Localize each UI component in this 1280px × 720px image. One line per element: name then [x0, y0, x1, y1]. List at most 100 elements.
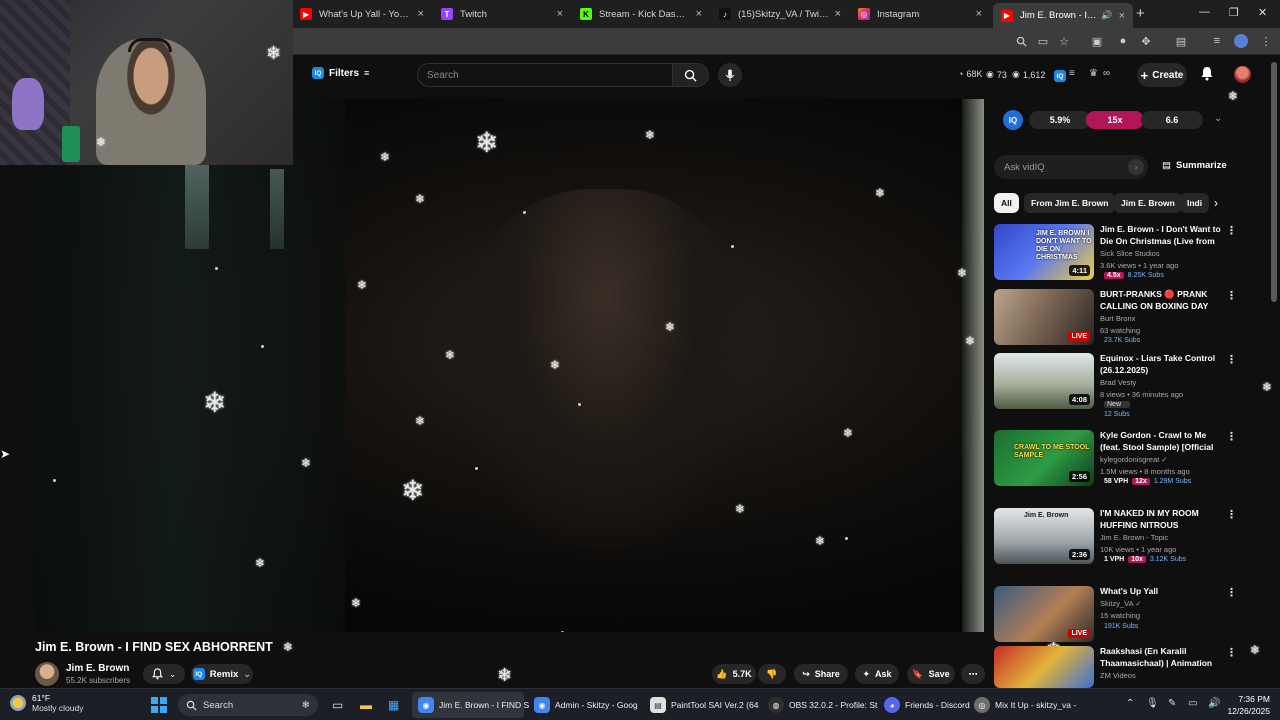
close-icon[interactable]: ×: [557, 8, 563, 20]
rec-item-6[interactable]: LIVE What's Up Yall Skitzy_VA ✓ 15 watch…: [994, 586, 1244, 642]
like-button[interactable]: 👍 5.7K: [712, 664, 756, 684]
bookmark-star-icon[interactable]: ☆: [1057, 34, 1071, 48]
rec-channel[interactable]: ZM Videos: [1100, 671, 1136, 680]
close-icon[interactable]: ×: [696, 8, 702, 20]
taskbar-app-painttool[interactable]: ▤ PaintTool SAI Ver.2 (64: [644, 692, 758, 718]
rec-title[interactable]: BURT-PRANKS 🔴 PRANK CALLING ON BOXING DA…: [1100, 289, 1222, 312]
create-button[interactable]: + Create: [1137, 63, 1187, 87]
close-icon[interactable]: ×: [835, 8, 841, 20]
tab-tiktok[interactable]: ♪ (15)Skitzy_VA / Twitch and ×: [711, 3, 849, 25]
trophy-icon[interactable]: ♛: [1089, 68, 1098, 79]
more-vertical-icon[interactable]: ⋮: [1226, 586, 1237, 599]
video-thumbnail[interactable]: Jim E. Brown 2:36: [994, 508, 1094, 564]
rec-channel[interactable]: Skitzy_VA ✓: [1100, 599, 1142, 608]
zoom-icon[interactable]: [1014, 34, 1028, 48]
tab-whats-up-yall[interactable]: ▶ What's Up Yall - YouTube ×: [292, 3, 432, 25]
rec-item-1[interactable]: JIM E. BROWN I DON'T WANT TO DIE ON CHRI…: [994, 224, 1244, 284]
rec-channel[interactable]: Brad Vesty: [1100, 378, 1136, 387]
chevron-up-icon[interactable]: ⌃: [1126, 698, 1134, 709]
rec-item-7[interactable]: Raakshasi (En Karalil Thaamasichaal) | A…: [994, 646, 1244, 688]
rec-channel[interactable]: kylegordonisgreat ✓: [1100, 455, 1168, 464]
close-icon[interactable]: ×: [1119, 10, 1125, 22]
video-player[interactable]: ❄ ❄ ❄ ❄ ❄ ❄ ❄ ❄ ❄ ❄ ❄ ❄ ❄ ❄ ❄ ❄ ❄ ❄ ❄ ❄: [35, 99, 984, 632]
ask-vidiq-input[interactable]: Ask vidIQ: [994, 155, 1148, 179]
dislike-button[interactable]: 👎: [758, 664, 786, 684]
more-vertical-icon[interactable]: ⋮: [1226, 224, 1237, 237]
vidiq-extension-icon[interactable]: IQ: [1054, 70, 1066, 82]
file-explorer-icon[interactable]: ▬: [360, 698, 372, 712]
windows-start-icon[interactable]: [151, 697, 167, 713]
rec-title[interactable]: I'M NAKED IN MY ROOM HUFFING NITROUS BAL…: [1100, 508, 1222, 531]
taskbar-app-obs[interactable]: ◍ OBS 32.0.2 - Profile: St: [762, 692, 877, 718]
rec-title[interactable]: Kyle Gordon - Crawl to Me (feat. Stool S…: [1100, 430, 1222, 453]
chip-jim-e-brown[interactable]: Jim E. Brown: [1114, 193, 1182, 213]
audio-icon[interactable]: 🔊: [1101, 10, 1112, 21]
more-vertical-icon[interactable]: ⋮: [1226, 289, 1237, 302]
ask-button[interactable]: ✦ Ask: [855, 664, 899, 684]
rec-title[interactable]: Jim E. Brown - I Don't Want to Die On Ch…: [1100, 224, 1222, 247]
filters-button[interactable]: IQ Filters ≡: [312, 67, 369, 79]
media-controls-icon[interactable]: ≡: [1210, 34, 1224, 48]
rec-title[interactable]: Equinox - Liars Take Control (26.12.2025…: [1100, 353, 1222, 376]
volume-icon[interactable]: 🔊: [1208, 698, 1220, 709]
rec-channel[interactable]: Sick Slice Studios: [1100, 249, 1160, 258]
chip-all[interactable]: All: [994, 193, 1019, 213]
video-thumbnail[interactable]: LIVE: [994, 289, 1094, 345]
notifications-bell-icon[interactable]: [1200, 66, 1214, 81]
search-button[interactable]: [673, 63, 709, 87]
taskbar-search[interactable]: Search ❄: [178, 694, 318, 716]
close-window-icon[interactable]: ✕: [1258, 6, 1267, 19]
subscription-bell-button[interactable]: ⌄: [143, 664, 185, 684]
video-thumbnail[interactable]: JIM E. BROWN I DON'T WANT TO DIE ON CHRI…: [994, 224, 1094, 280]
rec-item-4[interactable]: CRAWL TO ME STOOL SAMPLE 2:56 Kyle Gordo…: [994, 430, 1244, 490]
rec-item-3[interactable]: 4:08 Equinox - Liars Take Control (26.12…: [994, 353, 1244, 425]
more-vertical-icon[interactable]: ⋮: [1226, 430, 1237, 443]
rec-item-5[interactable]: Jim E. Brown 2:36 I'M NAKED IN MY ROOM H…: [994, 508, 1244, 568]
chevron-right-icon[interactable]: ›: [1214, 196, 1218, 210]
taskbar-app-mixitup[interactable]: ◎ Mix It Up - skitzy_va -: [968, 692, 1078, 718]
profile-avatar-icon[interactable]: [1234, 34, 1248, 48]
tab-kick-dashboard[interactable]: K Stream - Kick Dashboard ×: [572, 3, 710, 25]
share-button[interactable]: ↪ Share: [794, 664, 848, 684]
more-vertical-icon[interactable]: ⋮: [1226, 646, 1237, 659]
tab-twitch[interactable]: T Twitch ×: [433, 3, 571, 25]
weather-widget[interactable]: 61°F Mostly cloudy: [10, 693, 84, 713]
summarize-button[interactable]: ▤ Summarize: [1162, 160, 1227, 171]
tab-instagram[interactable]: ◎ Instagram ×: [850, 3, 990, 25]
cast-icon[interactable]: ▭: [1036, 34, 1050, 48]
more-vertical-icon[interactable]: ⋮: [1226, 353, 1237, 366]
chip-from-channel[interactable]: From Jim E. Brown: [1024, 193, 1116, 213]
video-thumbnail[interactable]: [994, 646, 1094, 688]
maximize-icon[interactable]: ❐: [1229, 6, 1239, 19]
system-clock[interactable]: 7:36 PM 12/26/2025: [1224, 693, 1270, 717]
rec-item-2[interactable]: LIVE BURT-PRANKS 🔴 PRANK CALLING ON BOXI…: [994, 289, 1244, 349]
rec-title[interactable]: What's Up Yall: [1100, 586, 1222, 598]
channel-avatar[interactable]: [35, 662, 59, 686]
remix-button[interactable]: IQ Remix ⌄: [191, 664, 253, 684]
channel-name[interactable]: Jim E. Brown: [66, 663, 129, 674]
search-input[interactable]: Search: [417, 63, 673, 87]
taskbar-app-chrome-video[interactable]: ◉ Jim E. Brown - I FIND S: [412, 692, 529, 718]
extension-icon-2[interactable]: ●: [1116, 34, 1130, 48]
menu-kebab-icon[interactable]: ⋮: [1259, 34, 1273, 48]
more-vertical-icon[interactable]: ⋮: [1226, 508, 1237, 521]
video-thumbnail[interactable]: LIVE: [994, 586, 1094, 642]
display-icon[interactable]: ▭: [1188, 698, 1197, 709]
rec-title[interactable]: Raakshasi (En Karalil Thaamasichaal) | A…: [1100, 646, 1222, 669]
page-scrollbar[interactable]: [1271, 62, 1277, 302]
store-icon[interactable]: ▦: [388, 698, 399, 712]
rec-channel[interactable]: Jim E. Brown - Topic: [1100, 533, 1168, 542]
video-thumbnail[interactable]: 4:08: [994, 353, 1094, 409]
extensions-puzzle-icon[interactable]: ✥: [1139, 34, 1153, 48]
account-avatar[interactable]: [1234, 66, 1251, 83]
chip-indie[interactable]: Indi: [1180, 193, 1210, 213]
voice-search-button[interactable]: [718, 63, 742, 87]
rec-channel[interactable]: Burt Bronx: [1100, 314, 1135, 323]
save-button[interactable]: 🔖 Save: [907, 664, 955, 684]
pen-icon[interactable]: ✎: [1168, 698, 1176, 709]
video-thumbnail[interactable]: CRAWL TO ME STOOL SAMPLE 2:56: [994, 430, 1094, 486]
microphone-tray-icon[interactable]: 🎙: [1146, 698, 1159, 709]
taskbar-app-discord[interactable]: ◕ Friends - Discord: [878, 692, 970, 718]
sidebar-icon[interactable]: ▤: [1174, 34, 1188, 48]
more-actions-button[interactable]: ⋯: [961, 664, 985, 684]
